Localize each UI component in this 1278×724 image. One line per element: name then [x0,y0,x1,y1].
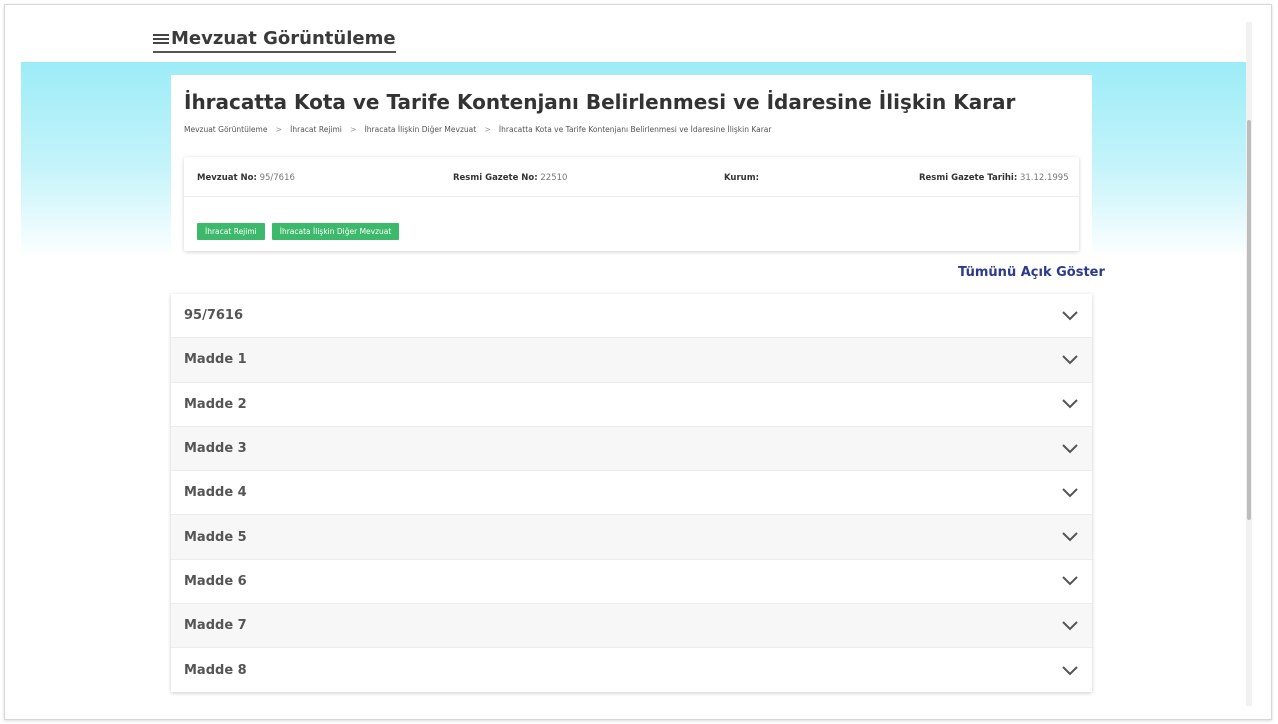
accordion-item[interactable]: Madde 4 [171,471,1092,516]
accordion-item[interactable]: Madde 8 [171,648,1092,692]
chevron-down-icon[interactable] [1062,310,1078,321]
breadcrumb-item[interactable]: Mevzuat Görüntüleme [184,125,267,134]
chevron-down-icon[interactable] [1062,399,1078,409]
tag-ihracat-rejimi[interactable]: İhracat Rejimi [197,223,265,240]
gazete-no-value: 22510 [540,173,568,183]
section-accordion: 95/7616 Madde 1 Madde 2 Madde 3 Madde 4 … [171,294,1092,692]
chevron-right-icon: > [349,125,357,134]
mevzuat-no: Mevzuat No: 95/7616 [197,173,295,183]
breadcrumb: Mevzuat Görüntüleme > İhracat Rejimi > İ… [184,125,771,134]
accordion-item[interactable]: Madde 6 [171,560,1092,605]
gazete-no: Resmi Gazete No: 22510 [453,173,567,183]
gazete-tarihi-label: Resmi Gazete Tarihi: [919,173,1018,183]
chevron-down-icon[interactable] [1062,665,1078,676]
chevron-down-icon[interactable] [1062,355,1078,365]
chevron-right-icon: > [275,125,283,134]
chevron-down-icon[interactable] [1062,488,1078,498]
accordion-item[interactable]: Madde 2 [171,383,1092,427]
top-nav: Mevzuat Görüntüleme [153,28,396,53]
scrollbar-thumb[interactable] [1247,120,1251,520]
document-header-card: İhracatta Kota ve Tarife Kontenjanı Beli… [171,75,1092,265]
chevron-down-icon[interactable] [1062,621,1078,631]
gazete-tarihi: Resmi Gazete Tarihi: 31.12.1995 [919,173,1069,183]
accordion-item-label: Madde 2 [184,396,247,412]
site-title[interactable]: Mevzuat Görüntüleme [171,28,396,49]
accordion-item-label: Madde 7 [184,618,247,634]
hamburger-icon[interactable] [153,33,169,45]
chevron-down-icon[interactable] [1062,443,1078,454]
mevzuat-no-value: 95/7616 [259,173,295,183]
accordion-item[interactable]: Madde 3 [171,426,1092,472]
breadcrumb-item[interactable]: İhracata İlişkin Diğer Mevzuat [365,125,477,134]
gazete-no-label: Resmi Gazete No: [453,173,538,183]
info-row: Mevzuat No: 95/7616 Resmi Gazete No: 225… [184,157,1079,197]
accordion-item-label: Madde 4 [184,485,247,501]
accordion-item[interactable]: Madde 1 [171,338,1092,383]
info-card: Mevzuat No: 95/7616 Resmi Gazete No: 225… [184,157,1079,251]
gazete-tarihi-value: 31.12.1995 [1019,173,1069,183]
chevron-down-icon[interactable] [1062,576,1078,586]
accordion-item[interactable]: Madde 7 [171,604,1092,649]
mevzuat-no-label: Mevzuat No: [197,173,257,183]
kurum: Kurum: [724,173,759,183]
page-title: İhracatta Kota ve Tarife Kontenjanı Beli… [184,90,1016,114]
accordion-item-label: 95/7616 [184,308,244,324]
show-all-link[interactable]: Tümünü Açık Göster [958,265,1105,280]
accordion-item-label: Madde 3 [184,441,247,457]
breadcrumb-item-current: İhracatta Kota ve Tarife Kontenjanı Beli… [498,125,772,134]
accordion-item-label: Madde 1 [184,352,247,368]
kurum-label: Kurum: [724,173,759,183]
breadcrumb-item[interactable]: İhracat Rejimi [290,125,342,134]
accordion-item-label: Madde 6 [184,573,247,589]
accordion-item[interactable]: 95/7616 [171,294,1092,339]
accordion-item[interactable]: Madde 5 [171,515,1092,560]
accordion-item-label: Madde 5 [184,529,247,545]
tag-diger-mevzuat[interactable]: İhracata İlişkin Diğer Mevzuat [271,223,400,240]
chevron-right-icon: > [484,125,491,134]
accordion-item-label: Madde 8 [184,663,247,679]
chevron-down-icon[interactable] [1062,532,1078,542]
tag-list: İhracat Rejimi İhracata İlişkin Diğer Me… [197,223,400,240]
